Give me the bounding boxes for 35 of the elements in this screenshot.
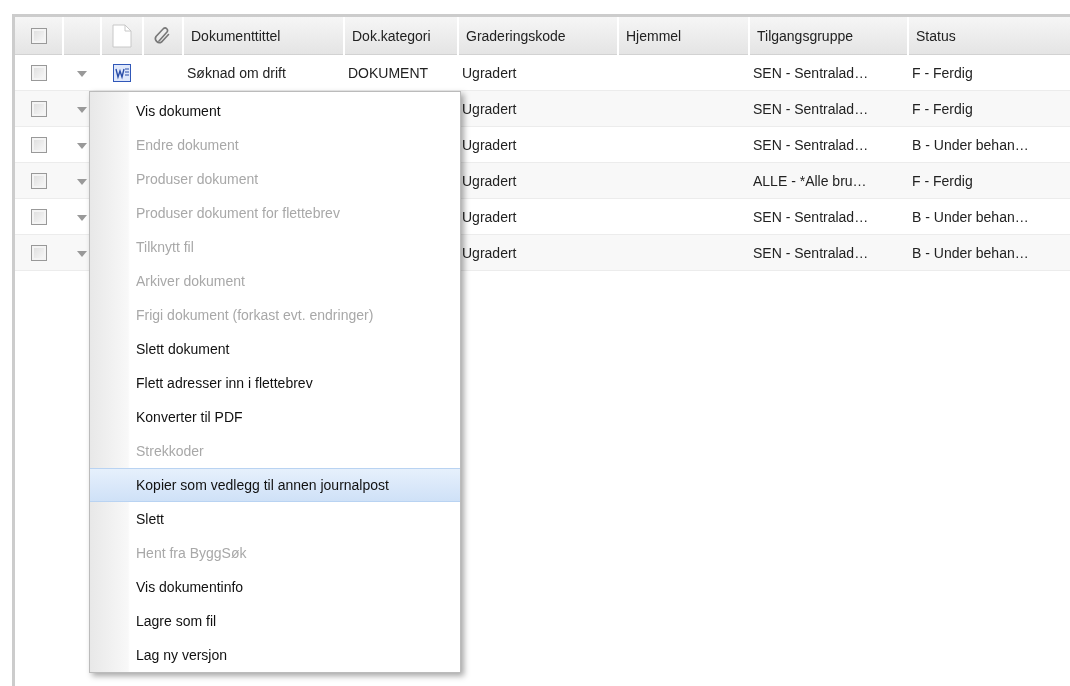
table-cell: SEN - Sentralad… xyxy=(753,244,869,261)
table-cell: Ugradert xyxy=(462,100,517,117)
menu-item[interactable]: Vis dokumentinfo xyxy=(90,570,460,604)
menu-item[interactable]: Lagre som fil xyxy=(90,604,460,638)
table-cell: F - Ferdig xyxy=(912,100,973,117)
table-cell: Ugradert xyxy=(462,244,517,261)
table-cell: Søknad om drift xyxy=(187,64,286,81)
table-cell: DOKUMENT xyxy=(348,64,429,81)
table-cell: SEN - Sentralad… xyxy=(753,64,869,81)
column-header[interactable]: Dokumenttittel xyxy=(183,17,344,55)
menu-item[interactable]: Slett xyxy=(90,502,460,536)
table-cell: F - Ferdig xyxy=(912,64,973,81)
column-header[interactable]: Tilgangsgruppe xyxy=(749,17,908,55)
menu-item[interactable]: Konverter til PDF xyxy=(90,400,460,434)
table-cell: Ugradert xyxy=(462,136,517,153)
column-header[interactable]: Dok.kategori xyxy=(344,17,458,55)
table-cell: Ugradert xyxy=(462,172,517,189)
column-header[interactable]: Graderingskode xyxy=(458,17,618,55)
table-cell: ALLE - *Alle bru… xyxy=(753,172,867,189)
table-cell: SEN - Sentralad… xyxy=(753,208,869,225)
table-cell: B - Under behan… xyxy=(912,244,1029,261)
menu-item[interactable]: Slett dokument xyxy=(90,332,460,366)
table-cell: SEN - Sentralad… xyxy=(753,100,869,117)
table-cell: B - Under behan… xyxy=(912,208,1029,225)
menu-item[interactable]: Kopier som vedlegg til annen journalpost xyxy=(90,468,460,502)
table-cell: SEN - Sentralad… xyxy=(753,136,869,153)
menu-item[interactable]: Flett adresser inn i flettebrev xyxy=(90,366,460,400)
table-cell: B - Under behan… xyxy=(912,136,1029,153)
table-cell: Ugradert xyxy=(462,64,517,81)
menu-item[interactable]: Lag ny versjon xyxy=(90,638,460,672)
table-cell: Ugradert xyxy=(462,208,517,225)
column-header[interactable]: Hjemmel xyxy=(618,17,749,55)
column-header[interactable]: Status xyxy=(908,17,1070,55)
menu-item[interactable]: Vis dokument xyxy=(90,94,460,128)
table-cell: F - Ferdig xyxy=(912,172,973,189)
